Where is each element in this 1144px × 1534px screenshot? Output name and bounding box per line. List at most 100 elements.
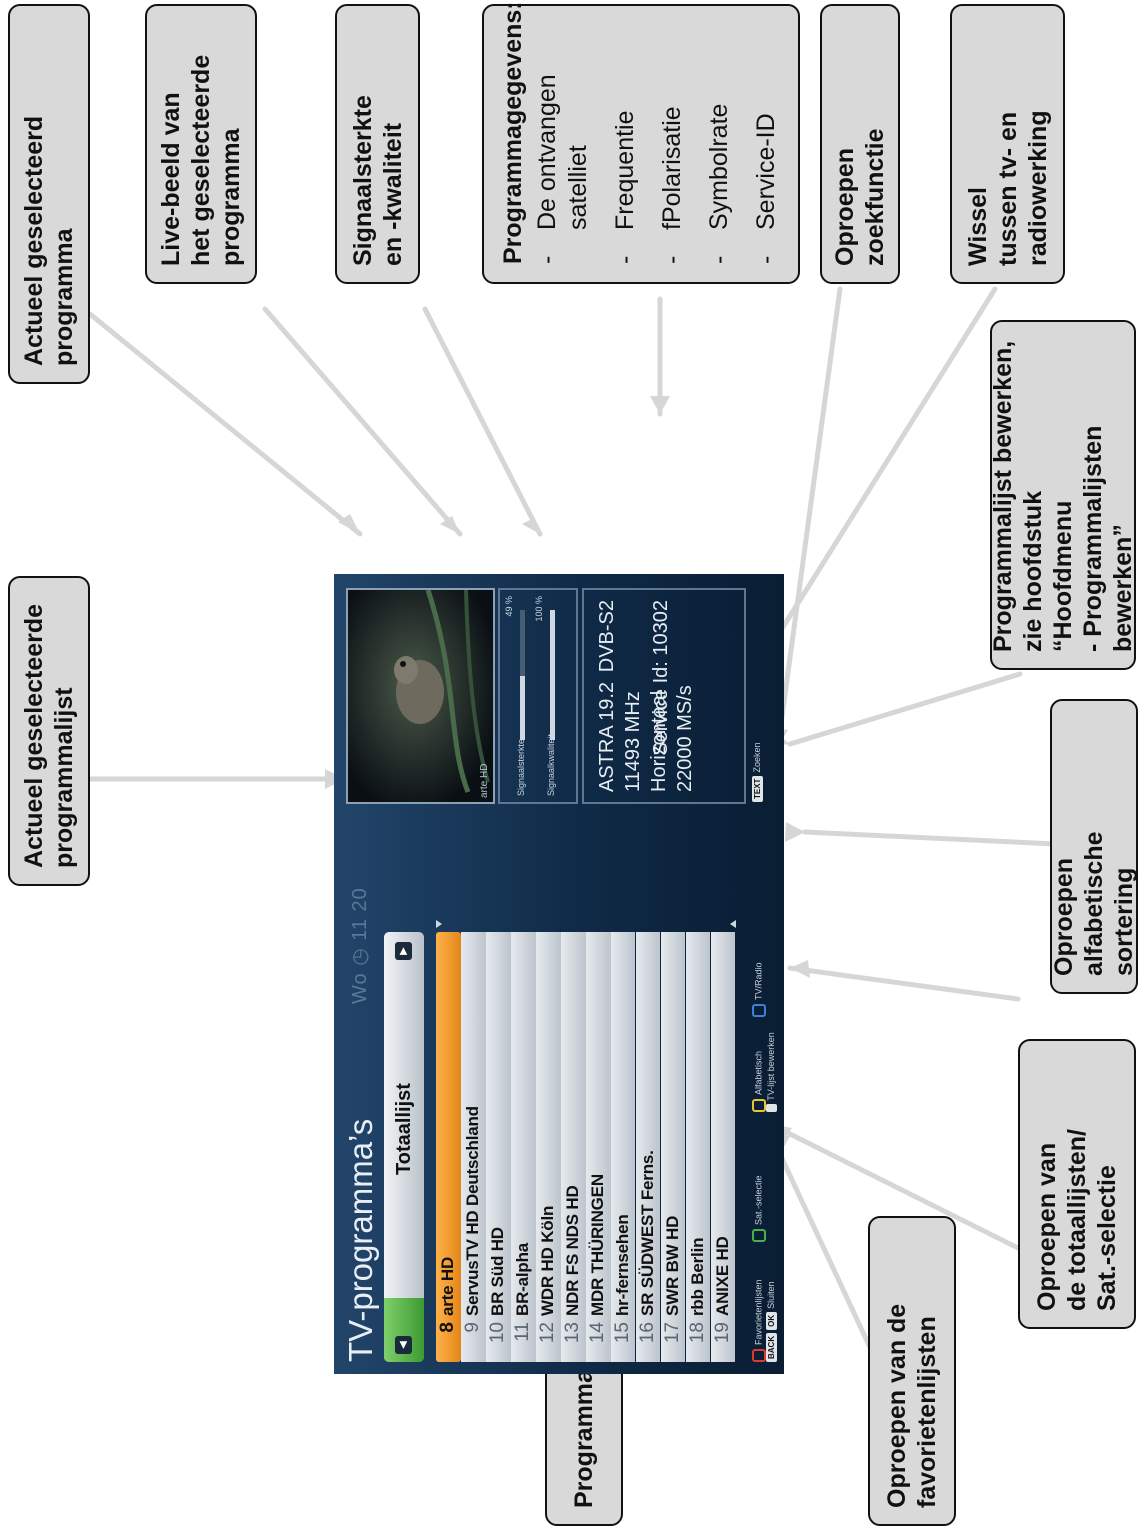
callout-text: Oproepen alfabetische sortering <box>1050 831 1138 976</box>
blank-key-icon <box>766 1103 777 1112</box>
channel-row[interactable]: 17 SWR BW HD <box>660 932 686 1362</box>
right-arrow-icon[interactable]: ▶ <box>395 942 412 960</box>
clock: Wo ◷ 11 20 <box>349 887 371 1004</box>
callout-text: Live-beeld van het geselecteerde program… <box>157 54 245 266</box>
info-satellite: ASTRA 19.2 <box>596 681 618 792</box>
yellow-key-icon <box>752 1099 766 1112</box>
signal-strength-bar <box>520 610 525 740</box>
channel-row[interactable]: 16 SR SÜDWEST Ferns. <box>635 932 661 1362</box>
channel-name: arte HD <box>438 1256 458 1316</box>
live-preview: arte HD <box>346 588 495 804</box>
left-arrow-icon[interactable]: ◀ <box>395 1336 412 1354</box>
preview-image <box>348 589 493 802</box>
scroll-up-icon <box>436 920 442 928</box>
footer-zoeken[interactable]: TEXTZoeken <box>752 743 763 802</box>
list-title: Totaallijst <box>393 1083 415 1175</box>
channel-name: MDR THÜRINGEN <box>588 1174 608 1316</box>
programmagegevens-list: De ontvangen satelliet Frequentie fPolar… <box>532 24 782 264</box>
channel-name: ServusTV HD Deutschland <box>463 1106 483 1316</box>
callout-programmalijst-bewerken: Programmalijst bewerken, zie hoofdstuk “… <box>989 320 1137 670</box>
callout-text: Programmalijst bewerken, zie hoofdstuk “… <box>989 340 1137 652</box>
channel-number: 15 <box>612 1322 634 1344</box>
channel-number: 8 <box>437 1322 459 1333</box>
signal-quality-label: Signaalkwaliteit <box>546 733 556 796</box>
back-key-icon: BACK <box>766 1332 777 1362</box>
list-item: Service-ID <box>751 24 782 264</box>
footer-tv-lijst-bewerken[interactable]: TV-lijst bewerken <box>766 1032 777 1112</box>
info-frequency: 11493 MHz <box>622 691 644 792</box>
channel-row[interactable]: 10 BR Süd HD <box>485 932 511 1362</box>
callout-live-beeld: Live-beeld van het geselecteerde program… <box>145 4 257 284</box>
red-key-icon <box>752 1349 766 1362</box>
channel-name: ANIXE HD <box>713 1236 733 1316</box>
scrollbar[interactable] <box>436 920 736 928</box>
channel-name: BR Süd HD <box>488 1227 508 1316</box>
channel-name: BR-alpha <box>513 1242 533 1316</box>
callout-text: Actueel geselecteerde programmalijst <box>20 603 78 868</box>
channel-row[interactable]: 11 BR-alpha <box>510 932 536 1362</box>
callout-actueel-lijst: Actueel geselecteerde programmalijst <box>8 576 90 886</box>
callout-wissel: Wissel tussen tv- en radiowerking <box>950 4 1065 284</box>
list-item: fPolarisatie <box>657 24 688 264</box>
signal-strength-fill <box>520 676 525 740</box>
blue-key-icon <box>752 1004 766 1017</box>
callout-programmagegevens: Programmagegevens: De ontvangen satellie… <box>482 1 800 284</box>
green-key-icon <box>752 1229 766 1242</box>
callout-text: Wissel tussen tv- en radiowerking <box>963 110 1052 266</box>
channel-row[interactable]: 15 hr-fernsehen <box>610 932 636 1362</box>
footer-sat-selectie[interactable]: Sat.-selectie <box>752 1175 766 1242</box>
callout-text: Actueel geselecteerd programma <box>20 115 78 366</box>
channel-number: 12 <box>537 1322 559 1344</box>
channel-row[interactable]: 8 arte HD <box>436 932 461 1362</box>
program-info: ASTRA 19.2 11493 MHz Horizontaal 22000 M… <box>582 588 746 804</box>
callout-text: Oproepen van de totaallijsten/ Sat.-sele… <box>1033 1129 1121 1311</box>
list-item: Symbolrate <box>704 24 735 264</box>
channel-row[interactable]: 9 ServusTV HD Deutschland <box>460 932 486 1362</box>
tv-screen: TV-programma’s Wo ◷ 11 20 ◀ Totaallijst … <box>334 574 784 1374</box>
channel-number: 13 <box>562 1322 584 1344</box>
list-item: Frequentie <box>610 24 641 264</box>
channel-row[interactable]: 19 ANIXE HD <box>710 932 736 1362</box>
channel-number: 14 <box>587 1322 609 1344</box>
screen-title: TV-programma’s <box>342 1118 379 1362</box>
footer-alfabetisch[interactable]: Alfabetisch <box>752 1051 766 1112</box>
channel-number: 9 <box>462 1322 484 1333</box>
callout-favorieten: Oproepen van de favorietenlijsten <box>868 1216 956 1526</box>
channel-list: 8 arte HD 9 ServusTV HD Deutschland 10 BR Süd… <box>436 932 736 1362</box>
footer-favorieten[interactable]: Favorietenlijsten <box>752 1279 766 1362</box>
channel-name: WDR HD Köln <box>538 1205 558 1316</box>
list-selector[interactable]: ◀ Totaallijst ▶ <box>384 932 424 1362</box>
callout-title: Programmagegevens: <box>499 1 527 264</box>
channel-number: 18 <box>687 1322 709 1344</box>
callout-totaallijsten: Oproepen van de totaallijsten/ Sat.-sele… <box>1018 1039 1136 1329</box>
callout-alfabetisch: Oproepen alfabetische sortering <box>1050 699 1138 994</box>
footer-tv-radio[interactable]: TV/Radio <box>752 962 766 1017</box>
footer-sluiten[interactable]: BACKOKSluiten <box>766 1281 777 1362</box>
signal-quality-bar <box>550 610 555 740</box>
signal-quality-fill <box>550 610 555 740</box>
annotated-screenshot: Actueel geselecteerd programma Live-beel… <box>0 0 1144 1534</box>
signal-quality-value: 100 % <box>534 596 544 622</box>
channel-row[interactable]: 12 WDR HD Köln <box>535 932 561 1362</box>
callout-signaal: Signaalsterkte en -kwaliteit <box>335 4 420 284</box>
channel-row[interactable]: 13 NDR FS NDS HD <box>560 932 586 1362</box>
signal-panel: Signaalsterkte 49 % Signaalkwaliteit 100… <box>498 588 578 804</box>
info-standard: DVB-S2 <box>596 600 618 673</box>
signal-strength-value: 49 % <box>504 596 514 617</box>
callout-text: Oproepen zoekfunctie <box>831 128 889 266</box>
channel-number: 10 <box>487 1322 509 1344</box>
channel-number: 16 <box>637 1322 659 1344</box>
text-key-icon: TEXT <box>752 775 763 802</box>
channel-name: rbb Berlin <box>688 1237 708 1316</box>
list-item: De ontvangen satelliet <box>532 24 594 264</box>
channel-name: SWR BW HD <box>663 1215 683 1316</box>
channel-row[interactable]: 18 rbb Berlin <box>685 932 711 1362</box>
callout-zoekfunctie: Oproepen zoekfunctie <box>820 4 900 284</box>
ok-key-icon: OK <box>766 1311 777 1330</box>
channel-name: NDR FS NDS HD <box>563 1185 583 1316</box>
channel-row[interactable]: 14 MDR THÜRINGEN <box>585 932 611 1362</box>
channel-name: SR SÜDWEST Ferns. <box>638 1150 658 1316</box>
callout-text: Signaalsterkte en -kwaliteit <box>348 95 407 266</box>
signal-strength-label: Signaalsterkte <box>516 738 526 796</box>
preview-caption: arte HD <box>479 763 490 798</box>
